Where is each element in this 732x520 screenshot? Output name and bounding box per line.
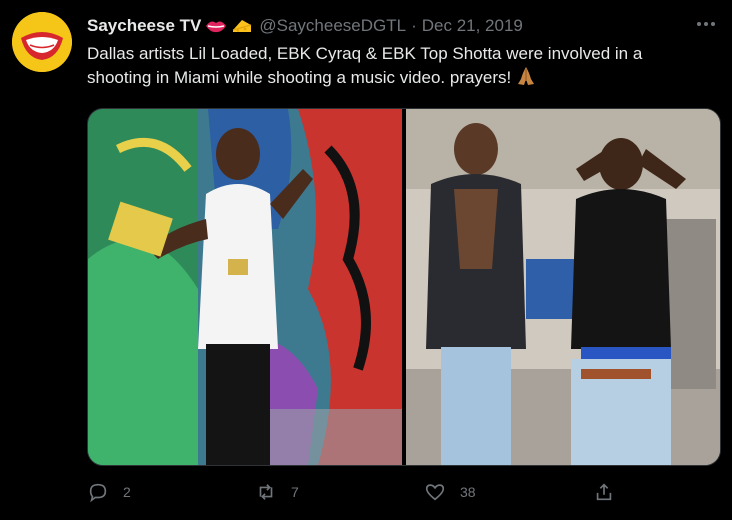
header-separator: · [411,16,417,35]
graffiti-photo-icon [88,109,402,465]
tweet-actions: 2 7 38 [87,478,627,506]
tweet-text-body: Dallas artists Lil Loaded, EBK Cyraq & E… [87,44,643,87]
cheese-emoji-icon [233,20,252,32]
share-icon [596,483,612,501]
heart-icon [425,484,445,501]
retweet-button[interactable]: 7 [255,478,299,506]
author-handle[interactable]: @SaycheeseDGTL [259,16,406,36]
photo-graffiti-wall[interactable] [88,109,402,465]
tweet-card[interactable]: Saycheese TV @SaycheeseDGTL · Dec 21, 20… [0,0,732,520]
more-dots-icon[interactable] [694,14,718,34]
folded-hands-emoji-icon [518,67,535,85]
retweet-count: 7 [291,484,299,500]
reply-button[interactable]: 2 [87,478,131,506]
reply-count: 2 [123,484,131,500]
saycheese-logo-icon [12,12,72,72]
tweet-media [87,108,721,466]
reply-icon [89,483,107,503]
author-avatar[interactable] [12,12,72,72]
retweet-icon [259,484,273,500]
tweet-date[interactable]: Dec 21, 2019 [422,16,523,36]
garage-photo-icon [406,109,720,465]
tweet-text: Dallas artists Lil Loaded, EBK Cyraq & E… [87,42,707,90]
photo-two-men-garage[interactable] [406,109,720,465]
share-button[interactable] [593,478,615,506]
tweet-header: Saycheese TV @SaycheeseDGTL · Dec 21, 20… [87,14,523,38]
author-name[interactable]: Saycheese TV [87,16,201,36]
lips-emoji-icon [206,21,227,33]
like-count: 38 [460,484,476,500]
like-button[interactable]: 38 [424,478,476,506]
